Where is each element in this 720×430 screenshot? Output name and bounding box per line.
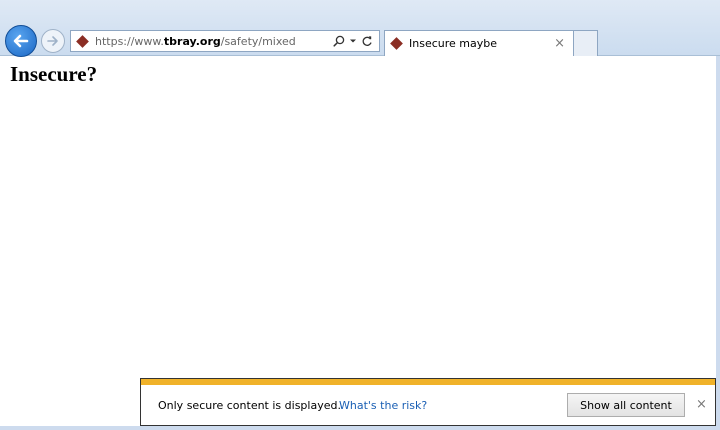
new-tab-button[interactable] [574,30,598,56]
notification-close-icon[interactable]: × [696,397,707,412]
address-bar[interactable]: https://www.tbray.org/safety/mixed [70,30,380,52]
show-all-content-button[interactable]: Show all content [567,393,685,417]
back-arrow-icon [13,34,29,48]
notification-accent [141,379,715,385]
tab-favicon-icon [389,37,403,51]
dropdown-icon[interactable] [349,37,357,45]
back-button[interactable] [5,25,37,57]
notification-bar: Only secure content is displayed. What's… [140,378,716,426]
address-tools [333,35,379,47]
window-frame-bottom [0,426,720,430]
window-frame-right [716,56,720,430]
refresh-icon[interactable] [361,35,373,47]
tab-close-icon[interactable]: × [554,36,565,51]
forward-arrow-icon [47,36,58,46]
forward-button[interactable] [41,29,65,53]
search-icon[interactable] [333,35,345,47]
url-text[interactable]: https://www.tbray.org/safety/mixed [95,35,333,48]
tab-active[interactable]: Insecure maybe × [384,30,574,56]
whats-the-risk-link[interactable]: What's the risk? [339,399,427,412]
notification-message: Only secure content is displayed. [158,399,341,412]
tab-title: Insecure maybe [409,37,497,50]
site-favicon-icon [75,34,89,48]
page-heading: Insecure? [10,62,98,86]
browser-chrome: https://www.tbray.org/safety/mixed Insec… [0,0,720,57]
